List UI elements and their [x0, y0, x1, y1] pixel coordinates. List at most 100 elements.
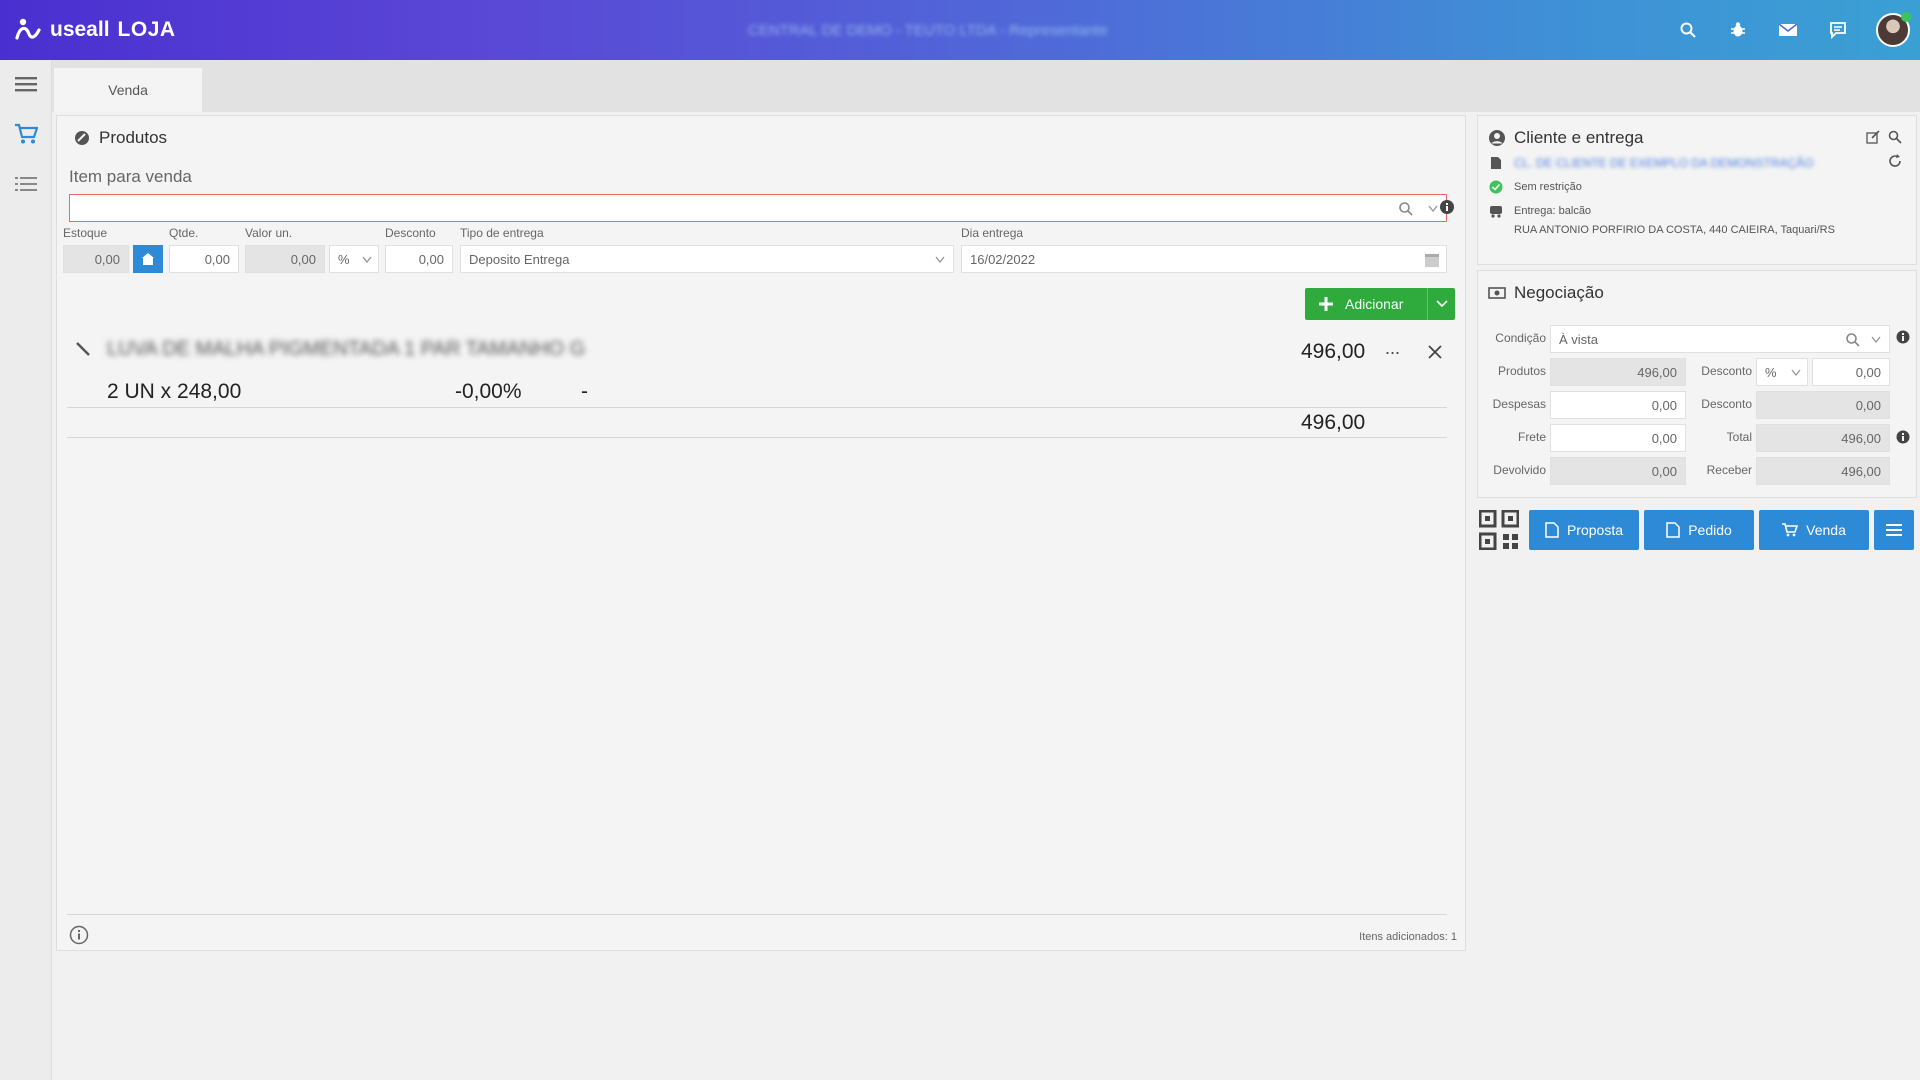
close-icon[interactable] — [1427, 344, 1443, 360]
bug-icon[interactable] — [1726, 18, 1750, 42]
devolvido-field: 0,00 — [1550, 457, 1686, 485]
proposta-button[interactable]: Proposta — [1529, 510, 1639, 550]
item-dash: - — [581, 380, 588, 403]
menu-icon[interactable] — [14, 72, 38, 96]
search-icon[interactable] — [1888, 130, 1902, 144]
valor-unit-field: 0,00 — [245, 245, 325, 273]
client-card: Cliente e entrega CL. DE CLIENTE DE EXEM… — [1477, 115, 1917, 265]
document-icon — [1491, 157, 1501, 169]
tipo-entrega-label: Tipo de entrega — [460, 226, 544, 240]
frete-label: Frete — [1517, 430, 1546, 444]
item-discount: -0,00% — [455, 380, 522, 403]
negotiation-title: Negociação — [1514, 283, 1604, 302]
items-added-count: Itens adicionados: 1 — [1359, 931, 1457, 943]
add-item-button[interactable]: Adicionar — [1305, 288, 1455, 320]
condicao-select[interactable]: À vista — [1550, 325, 1890, 353]
chat-icon[interactable] — [1826, 18, 1850, 42]
calendar-icon[interactable] — [1424, 252, 1440, 268]
produtos-label: Produtos — [1497, 364, 1546, 378]
tab-strip: Venda — [52, 60, 1920, 112]
info-icon[interactable] — [1439, 199, 1455, 215]
qr-code-button[interactable] — [1478, 509, 1520, 551]
chevron-down-icon — [1435, 300, 1448, 308]
chevron-down-icon[interactable] — [1871, 336, 1881, 344]
top-bar: useall LOJA CENTRAL DE DEMO - TEUTO LTDA… — [0, 0, 1920, 60]
left-rail — [0, 60, 52, 1080]
subtotal-divider — [67, 437, 1447, 438]
discount-type-select[interactable]: % — [1756, 358, 1808, 386]
chevron-down-icon — [1791, 369, 1801, 377]
dia-entrega-field[interactable]: 16/02/2022 — [961, 245, 1447, 273]
document-icon — [1666, 522, 1680, 538]
total-label: Total — [1726, 430, 1752, 444]
item-more-options[interactable]: ... — [1385, 338, 1400, 359]
item-total: 496,00 — [1301, 340, 1366, 363]
app-logo[interactable]: useall LOJA — [14, 16, 176, 44]
user-circle-icon — [1489, 130, 1505, 146]
company-name: CENTRAL DE DEMO - TEUTO LTDA - Represent… — [748, 22, 1108, 39]
total-field: 496,00 — [1756, 424, 1890, 452]
despesas-field[interactable]: 0,00 — [1550, 391, 1686, 419]
negotiation-card: Negociação Condição À vista Produtos 496… — [1477, 270, 1917, 498]
qtde-field[interactable]: 0,00 — [169, 245, 239, 273]
estoque-label: Estoque — [63, 226, 108, 240]
customer-name-link[interactable]: CL. DE CLIENTE DE EXEMPLO DA DEMONSTRAÇÃ… — [1514, 156, 1813, 170]
chevron-down-icon[interactable] — [1428, 205, 1438, 213]
products-icon — [75, 131, 89, 145]
user-avatar[interactable] — [1876, 12, 1911, 47]
item-search-input[interactable] — [69, 194, 1447, 222]
dia-entrega-label: Dia entrega — [961, 226, 1024, 240]
qr-code-icon — [1478, 509, 1520, 551]
chevron-down-icon — [935, 256, 945, 264]
products-title: Produtos — [99, 128, 168, 147]
tipo-entrega-select[interactable]: Deposito Entrega — [460, 245, 954, 273]
edit-icon[interactable] — [1866, 130, 1880, 144]
info-circle-icon[interactable] — [69, 925, 89, 945]
devolvido-label: Devolvido — [1493, 463, 1546, 477]
footer-divider — [67, 914, 1447, 915]
desconto-field[interactable]: 0,00 — [385, 245, 453, 273]
item-quantity-line: 2 UN x 248,00 — [107, 380, 242, 403]
search-icon[interactable] — [1845, 332, 1861, 348]
plus-icon — [1319, 297, 1333, 311]
cart-icon — [1782, 523, 1799, 537]
chevron-down-icon — [362, 256, 372, 264]
add-item-label: Adicionar — [1345, 296, 1404, 312]
item-name: LUVA DE MALHA PIGMENTADA 1 PAR TAMANHO G — [107, 338, 586, 360]
search-icon[interactable] — [1398, 201, 1414, 217]
discount-type-select[interactable]: % — [329, 245, 379, 273]
stock-icon — [142, 253, 154, 265]
cart-icon[interactable] — [14, 122, 38, 146]
item-for-sale-label: Item para venda — [69, 167, 192, 186]
desconto1-label: Desconto — [1701, 364, 1752, 378]
tab-venda[interactable]: Venda — [54, 68, 202, 112]
item-divider — [67, 407, 1447, 408]
pedido-button[interactable]: Pedido — [1644, 510, 1754, 550]
despesas-label: Despesas — [1492, 397, 1546, 411]
refresh-icon[interactable] — [1888, 154, 1902, 168]
delivery-mode: Entrega: balcão — [1514, 205, 1592, 217]
client-title: Cliente e entrega — [1514, 128, 1644, 147]
delivery-address: RUA ANTONIO PORFIRIO DA COSTA, 440 CAIEI… — [1514, 224, 1835, 236]
list-icon[interactable] — [14, 172, 38, 196]
money-icon — [1488, 287, 1506, 299]
info-icon[interactable] — [1896, 430, 1910, 444]
desconto1-field[interactable]: 0,00 — [1812, 358, 1890, 386]
search-icon[interactable] — [1676, 18, 1700, 42]
mail-icon[interactable] — [1776, 18, 1800, 42]
condicao-label: Condição — [1495, 331, 1546, 345]
frete-field[interactable]: 0,00 — [1550, 424, 1686, 452]
add-options-dropdown[interactable] — [1427, 288, 1455, 320]
truck-icon — [1490, 206, 1502, 218]
valor-label: Valor un. — [245, 226, 293, 240]
venda-button[interactable]: Venda — [1759, 510, 1869, 550]
products-panel: Produtos Item para venda Estoque Qtde. V… — [56, 115, 1466, 951]
more-actions-button[interactable] — [1874, 510, 1914, 550]
useall-logo-icon — [15, 18, 41, 40]
module-name: LOJA — [117, 18, 176, 41]
info-icon[interactable] — [1896, 330, 1910, 344]
produtos-field: 496,00 — [1550, 358, 1686, 386]
stock-lookup-button[interactable] — [133, 245, 163, 273]
desconto2-label: Desconto — [1701, 397, 1752, 411]
edit-icon[interactable] — [75, 341, 91, 357]
